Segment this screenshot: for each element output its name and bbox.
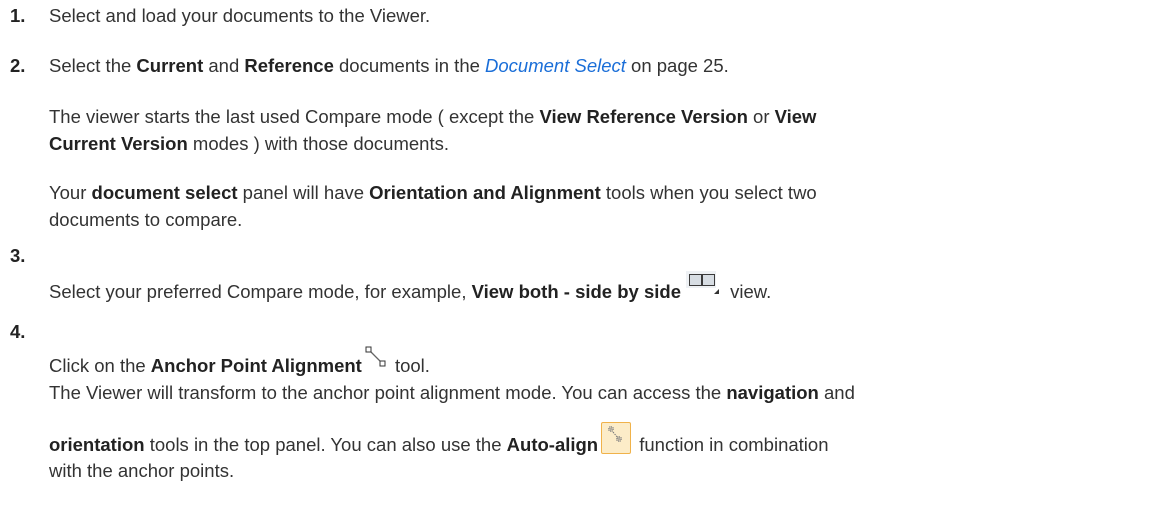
- step-4-pre: Click on the: [49, 355, 151, 376]
- step-3-text: Select your preferred Compare mode, for …: [49, 271, 772, 308]
- step-2-para-2-line-2: documents to compare.: [49, 206, 242, 233]
- step-3-pre: Select your preferred Compare mode, for …: [49, 281, 472, 302]
- step-4-l2-a: The Viewer will transform to the anchor …: [49, 382, 727, 403]
- view-bold: View: [774, 106, 817, 127]
- orientation-bold: orientation: [49, 433, 145, 455]
- step-2-page: on page 25.: [625, 55, 729, 76]
- para-2-text-c: tools when you select two: [600, 182, 817, 203]
- step-number-2: 2.: [10, 55, 26, 76]
- document-select-link[interactable]: Document Select: [485, 55, 626, 76]
- step-4-l2-b: and: [818, 382, 855, 403]
- step-number-4: 4.: [10, 321, 26, 342]
- step-4-l3-b: function in combination: [634, 433, 829, 455]
- anchor-point-alignment-bold: Anchor Point Alignment: [150, 355, 362, 376]
- step-4-l3-a: tools in the top panel. You can also use…: [144, 433, 507, 455]
- orientation-alignment-bold: Orientation and Alignment: [369, 182, 601, 203]
- para-1-text-a: The viewer starts the last used Compare …: [49, 106, 540, 127]
- step-2-pre: Select the: [49, 55, 137, 76]
- para-2-text-b: panel will have: [237, 182, 370, 203]
- navigation-bold: navigation: [726, 382, 819, 403]
- step-number-3: 3.: [10, 245, 26, 266]
- reference-bold: Reference: [244, 55, 334, 76]
- view-reference-version-bold: View Reference Version: [539, 106, 748, 127]
- step-2-para-1-line-2: Current Version modes ) with those docum…: [49, 130, 449, 157]
- document-page: 1. Select and load your documents to the…: [0, 0, 1175, 527]
- step-1-label: Select and load your documents to the Vi…: [49, 5, 431, 26]
- auto-align-bold: Auto-align: [506, 433, 599, 455]
- anchor-point-icon: [364, 345, 388, 369]
- step-3-post: view.: [724, 281, 772, 302]
- step-number-1: 1.: [10, 5, 26, 26]
- step-4-line-2: The Viewer will transform to the anchor …: [49, 379, 855, 406]
- step-2-docs-in: documents in the: [333, 55, 486, 76]
- side-by-side-view-icon: [685, 266, 721, 296]
- para-1-or: or: [747, 106, 775, 127]
- para-1-text-c: modes ) with those documents.: [187, 133, 449, 154]
- step-2-and: and: [203, 55, 245, 76]
- view-both-side-by-side-bold: View both - side by side: [471, 281, 681, 302]
- step-4-post: tool.: [389, 355, 430, 376]
- step-4-line-4: with the anchor points.: [49, 457, 234, 484]
- step-4-l4: with the anchor points.: [49, 460, 235, 481]
- step-4-text: Click on the Anchor Point Alignment tool…: [49, 346, 430, 379]
- para-2-text-d: documents to compare.: [49, 209, 243, 230]
- para-2-text-a: Your: [49, 182, 92, 203]
- document-select-bold: document select: [91, 182, 238, 203]
- auto-align-icon: [601, 422, 632, 454]
- step-1-text: Select and load your documents to the Vi…: [49, 2, 430, 29]
- current-version-bold: Current Version: [49, 133, 188, 154]
- step-2-para-2-line-1: Your document select panel will have Ori…: [49, 179, 817, 206]
- step-2-para-1-line-1: The viewer starts the last used Compare …: [49, 103, 816, 130]
- current-bold: Current: [136, 55, 204, 76]
- step-2-text: Select the Current and Reference documen…: [49, 52, 729, 79]
